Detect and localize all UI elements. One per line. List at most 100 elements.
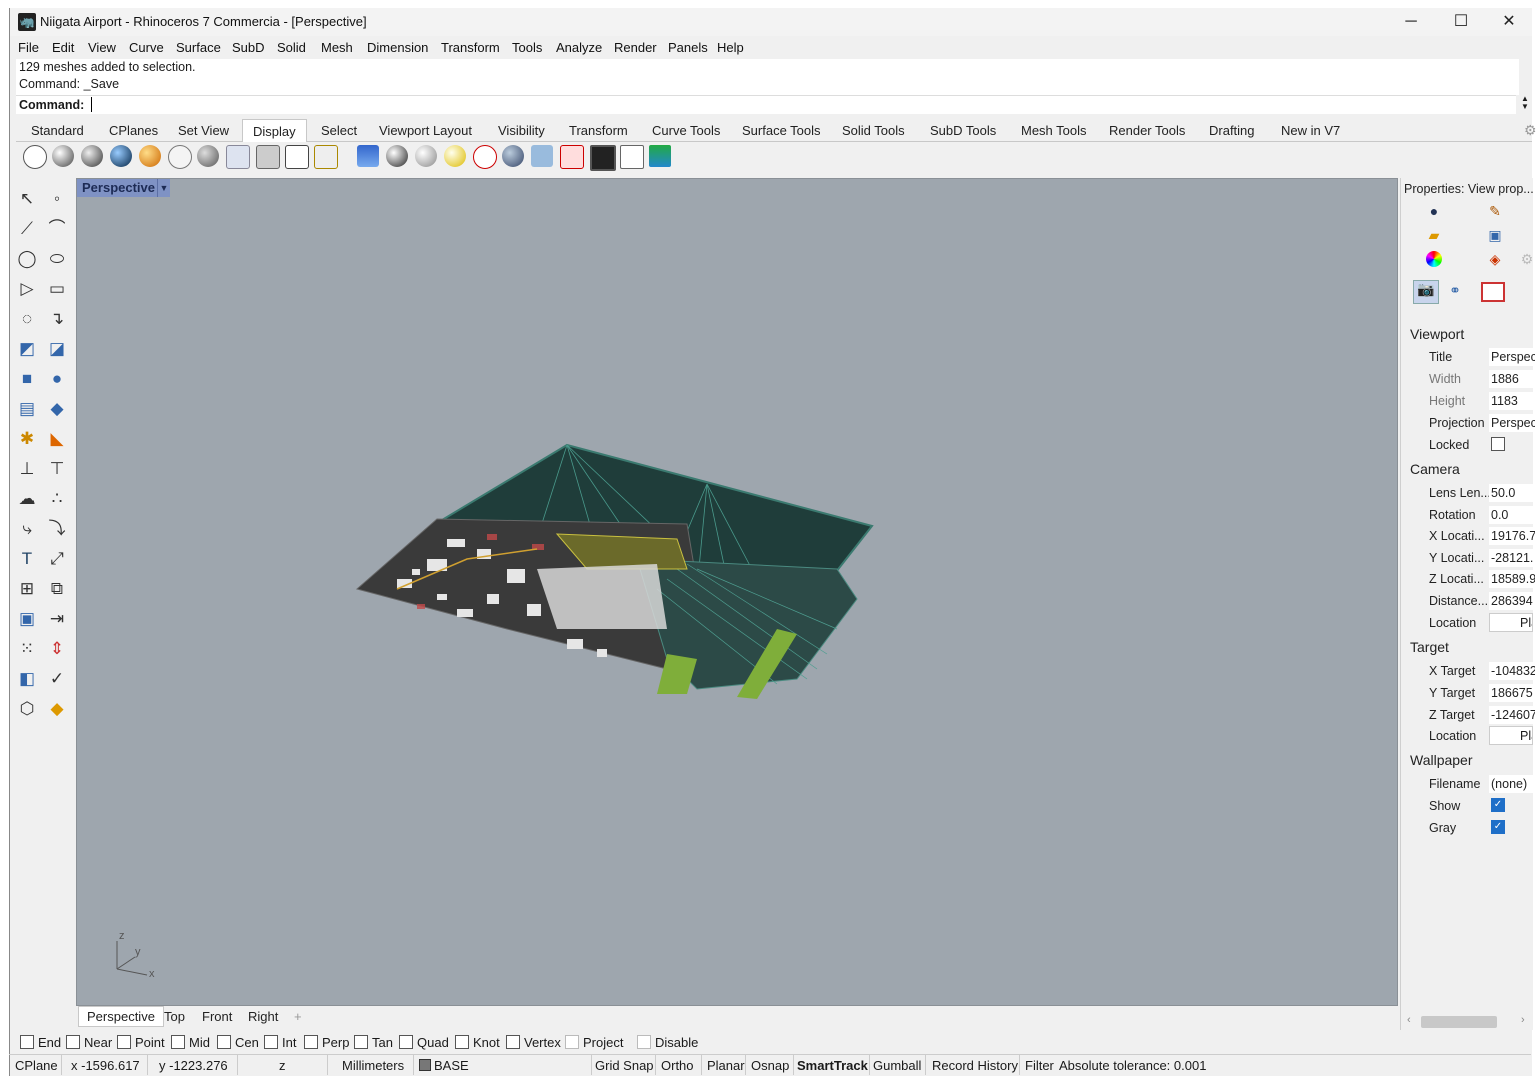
point-icon[interactable]: ◦	[45, 188, 69, 210]
osnap-mid[interactable]: Mid	[171, 1035, 210, 1050]
viewport-title[interactable]: Perspective	[77, 179, 160, 197]
status-planar[interactable]: Planar	[707, 1058, 745, 1073]
prop-title-value[interactable]: Perspective	[1489, 348, 1535, 366]
prop-height-value[interactable]: 1183	[1489, 392, 1535, 410]
status-units[interactable]: Millimeters	[342, 1058, 404, 1073]
status-gumball[interactable]: Gumball	[873, 1058, 921, 1073]
arc-icon[interactable]: ◌	[15, 308, 39, 330]
osnap-vertex[interactable]: Vertex	[506, 1035, 561, 1050]
scroll-thumb[interactable]	[1421, 1016, 1497, 1028]
tab-set-view[interactable]: Set View	[178, 123, 229, 138]
rectangle-icon[interactable]: ▭	[45, 278, 69, 300]
menu-surface[interactable]: Surface	[176, 40, 221, 55]
prop-y-location-value[interactable]: -28121.	[1489, 549, 1535, 567]
maximize-button[interactable]: ☐	[1438, 8, 1484, 36]
menu-panels[interactable]: Panels	[668, 40, 708, 55]
osnap-point[interactable]: Point	[117, 1035, 165, 1050]
scroll-left-icon[interactable]: ‹	[1407, 1014, 1411, 1026]
layers-icon[interactable]: ◈	[1487, 251, 1503, 267]
surface-icon[interactable]: ◩	[15, 338, 39, 360]
color-wheel-icon[interactable]	[1426, 251, 1442, 267]
gear-tool-icon[interactable]: ✱	[15, 428, 39, 450]
object-properties-icon[interactable]: ●	[1426, 203, 1442, 219]
command-scroll-arrows[interactable]: ▲ ▼	[1518, 95, 1532, 113]
viewport-tab-right[interactable]: Right	[248, 1009, 278, 1024]
prop-rotation-value[interactable]: 0.0	[1489, 506, 1535, 524]
render-object-icon[interactable]: ⬡	[15, 698, 39, 720]
lights-icon[interactable]	[444, 145, 466, 167]
tab-display[interactable]: Display	[242, 119, 307, 142]
gray-checkbox[interactable]: ✓	[1491, 820, 1505, 834]
target-place-button[interactable]: Place	[1489, 726, 1533, 745]
menu-mesh[interactable]: Mesh	[321, 40, 353, 55]
menu-help[interactable]: Help	[717, 40, 744, 55]
move-icon[interactable]: ⊞	[15, 578, 39, 600]
help-icon[interactable]: ▣	[1487, 227, 1503, 243]
perspective-viewport[interactable]: Perspective ▼ z y x	[76, 178, 1398, 1006]
locked-checkbox[interactable]	[1491, 437, 1505, 451]
panel-scrollbar[interactable]: ‹ ›	[1405, 1014, 1533, 1030]
circle-icon[interactable]: ◯	[15, 248, 39, 270]
osnap-project[interactable]: Project	[565, 1035, 623, 1050]
osnap-disable[interactable]: Disable	[637, 1035, 698, 1050]
tab-subd-tools[interactable]: SubD Tools	[930, 123, 996, 138]
boolean-union-icon[interactable]: ●	[45, 368, 69, 390]
chamfer-icon[interactable]: ⤵	[45, 518, 69, 540]
rendered-view-icon[interactable]	[81, 145, 103, 167]
explode-icon[interactable]: ◣	[45, 428, 69, 450]
menu-dimension[interactable]: Dimension	[367, 40, 428, 55]
tab-new-in-v7[interactable]: New in V7	[1281, 123, 1340, 138]
artistic-view-icon[interactable]	[197, 145, 219, 167]
wireframe-view-icon[interactable]	[23, 145, 47, 169]
monochrome-view-icon[interactable]	[256, 145, 280, 169]
tab-viewport-layout[interactable]: Viewport Layout	[379, 123, 472, 138]
menu-analyze[interactable]: Analyze	[556, 40, 602, 55]
render-preview-icon[interactable]	[415, 145, 437, 167]
show-checkbox[interactable]: ✓	[1491, 798, 1505, 812]
menu-subd[interactable]: SubD	[232, 40, 265, 55]
tab-cplanes[interactable]: CPlanes	[109, 123, 158, 138]
mirror-icon[interactable]: ⧉	[45, 578, 69, 600]
command-input[interactable]	[91, 97, 1496, 112]
gear-icon[interactable]: ⚙	[1524, 122, 1537, 139]
select-arrow-icon[interactable]: ↖	[15, 188, 39, 210]
prop-projection-value[interactable]: Perspective	[1489, 414, 1535, 432]
viewport-tab-top[interactable]: Top	[164, 1009, 185, 1024]
shade-icon[interactable]	[386, 145, 408, 167]
loft-icon[interactable]: ◪	[45, 338, 69, 360]
add-viewport-icon[interactable]: +	[294, 1009, 302, 1024]
display-options-icon[interactable]	[357, 145, 379, 167]
viewport-frame-icon[interactable]	[1481, 282, 1505, 302]
osnap-knot[interactable]: Knot	[455, 1035, 500, 1050]
tab-visibility[interactable]: Visibility	[498, 123, 545, 138]
fillet-icon[interactable]: ⤷	[15, 518, 39, 540]
settings-icon[interactable]: ⚙	[1519, 251, 1535, 267]
curve-icon[interactable]: ⌒	[45, 218, 69, 240]
tab-curve-tools[interactable]: Curve Tools	[652, 123, 720, 138]
folder-icon[interactable]: ▰	[1426, 227, 1442, 243]
planar-surface-icon[interactable]: ◆	[45, 398, 69, 420]
osnap-cen[interactable]: Cen	[217, 1035, 259, 1050]
tab-transform[interactable]: Transform	[569, 123, 628, 138]
tab-standard[interactable]: Standard	[31, 123, 84, 138]
material-icon[interactable]: ◆	[45, 698, 69, 720]
viewport-tab-front[interactable]: Front	[202, 1009, 232, 1024]
color-boxes-icon[interactable]	[649, 145, 671, 167]
shaded-view-icon[interactable]	[52, 145, 74, 167]
prop-y-target-value[interactable]: 186675	[1489, 684, 1535, 702]
ghosted-view-icon[interactable]	[110, 145, 132, 167]
named-view-icon[interactable]: ⚭	[1447, 282, 1463, 298]
status-layer[interactable]: BASE	[419, 1058, 469, 1073]
box-solid-icon[interactable]: ■	[15, 368, 39, 390]
close-button[interactable]: ✕	[1486, 8, 1532, 36]
tab-select[interactable]: Select	[321, 123, 357, 138]
fillet-curve-icon[interactable]: ↴	[45, 308, 69, 330]
prop-x-target-value[interactable]: -104832	[1489, 662, 1535, 680]
extrude-icon[interactable]: ▣	[15, 608, 39, 630]
osnap-tan[interactable]: Tan	[354, 1035, 393, 1050]
status-grid-snap[interactable]: Grid Snap	[595, 1058, 654, 1073]
menu-solid[interactable]: Solid	[277, 40, 306, 55]
tab-render-tools[interactable]: Render Tools	[1109, 123, 1185, 138]
monitor-icon[interactable]	[590, 145, 616, 171]
arctic-view-icon[interactable]	[285, 145, 309, 169]
